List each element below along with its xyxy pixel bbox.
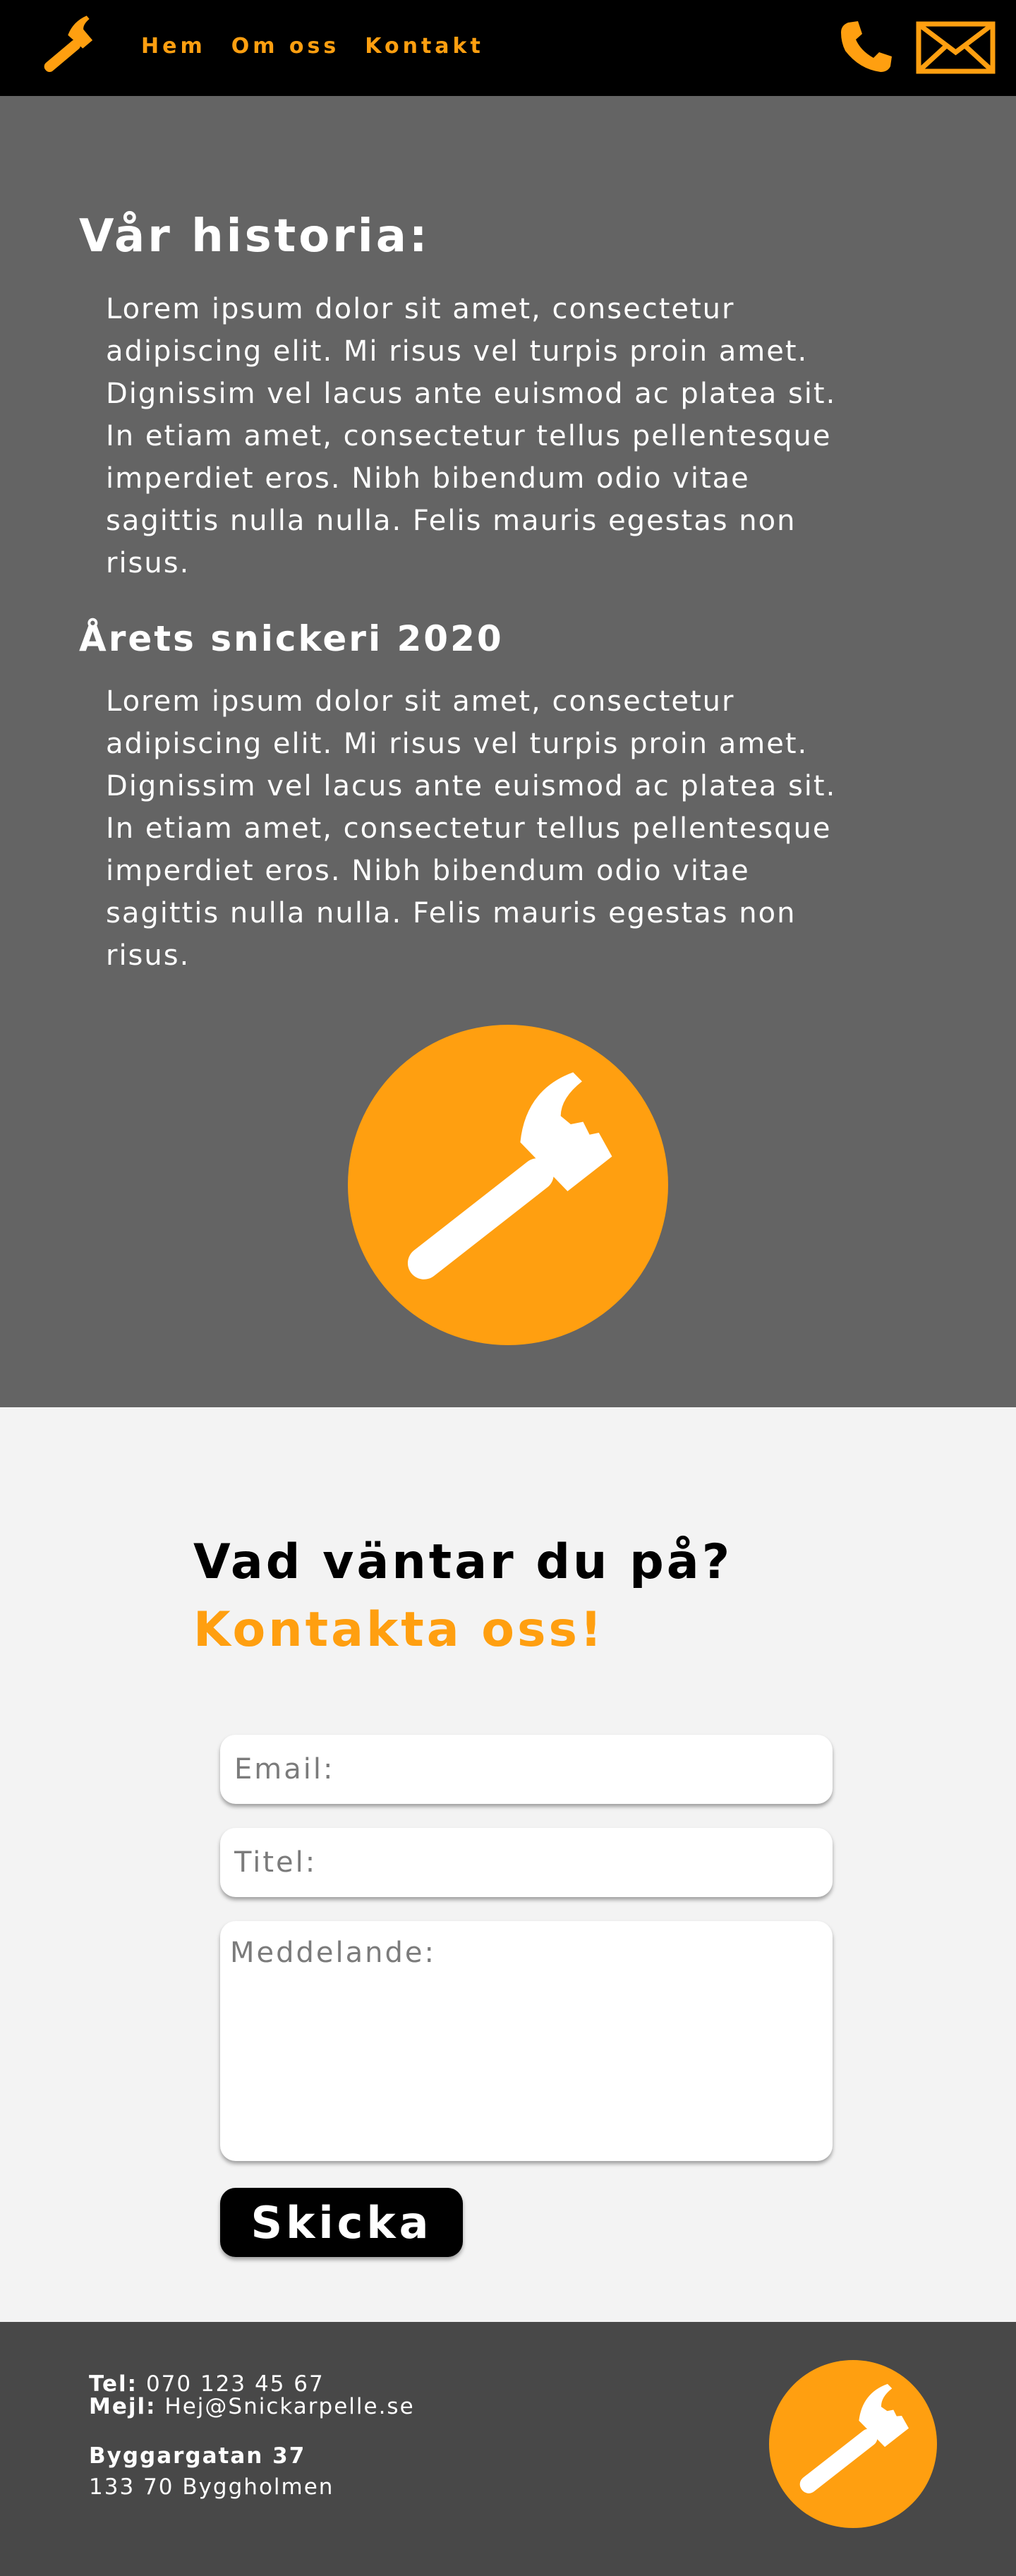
year-heading: Årets snickeri 2020 bbox=[79, 618, 504, 659]
phone-icon[interactable] bbox=[838, 18, 895, 75]
hammer-icon[interactable] bbox=[30, 14, 111, 81]
nav-item-hem[interactable]: Hem bbox=[141, 34, 206, 59]
history-heading: Vår historia: bbox=[79, 210, 430, 263]
year-text: Lorem ipsum dolor sit amet, consectetur … bbox=[106, 685, 837, 972]
site-footer: Tel: 070 123 45 67 Mejl: Hej@Snickarpell… bbox=[0, 2322, 1016, 2576]
contact-heading: Vad väntar du på? bbox=[193, 1534, 733, 1590]
footer-phone-label: Tel: bbox=[89, 2371, 138, 2397]
send-button[interactable]: Skicka bbox=[220, 2188, 463, 2257]
footer-email-value[interactable]: Hej@Snickarpelle.se bbox=[164, 2394, 414, 2419]
title-field[interactable] bbox=[220, 1828, 833, 1897]
message-field[interactable] bbox=[220, 1921, 833, 2161]
footer-phone: Tel: 070 123 45 67 bbox=[89, 2371, 325, 2397]
footer-phone-value[interactable]: 070 123 45 67 bbox=[146, 2371, 325, 2397]
footer-hammer-icon bbox=[769, 2360, 937, 2528]
footer-street: Byggargatan 37 bbox=[89, 2443, 306, 2469]
nav-item-om-oss[interactable]: Om oss bbox=[231, 34, 340, 59]
about-section: Vår historia: Lorem ipsum dolor sit amet… bbox=[0, 96, 1016, 1407]
hammer-badge-icon bbox=[348, 1025, 668, 1345]
email-field[interactable] bbox=[220, 1735, 833, 1804]
contact-section: Vad väntar du på? Kontakta oss! Skicka bbox=[0, 1407, 1016, 2322]
footer-city: 133 70 Byggholmen bbox=[89, 2474, 334, 2500]
nav-item-kontakt[interactable]: Kontakt bbox=[365, 34, 484, 59]
footer-email-label: Mejl: bbox=[89, 2394, 157, 2419]
history-text: Lorem ipsum dolor sit amet, consectetur … bbox=[106, 293, 837, 579]
main-nav: Hem Om oss Kontakt bbox=[141, 34, 484, 59]
mail-icon[interactable] bbox=[916, 21, 996, 74]
site-header: Hem Om oss Kontakt bbox=[0, 0, 1016, 96]
footer-email: Mejl: Hej@Snickarpelle.se bbox=[89, 2394, 415, 2419]
contact-subheading: Kontakta oss! bbox=[193, 1602, 605, 1658]
